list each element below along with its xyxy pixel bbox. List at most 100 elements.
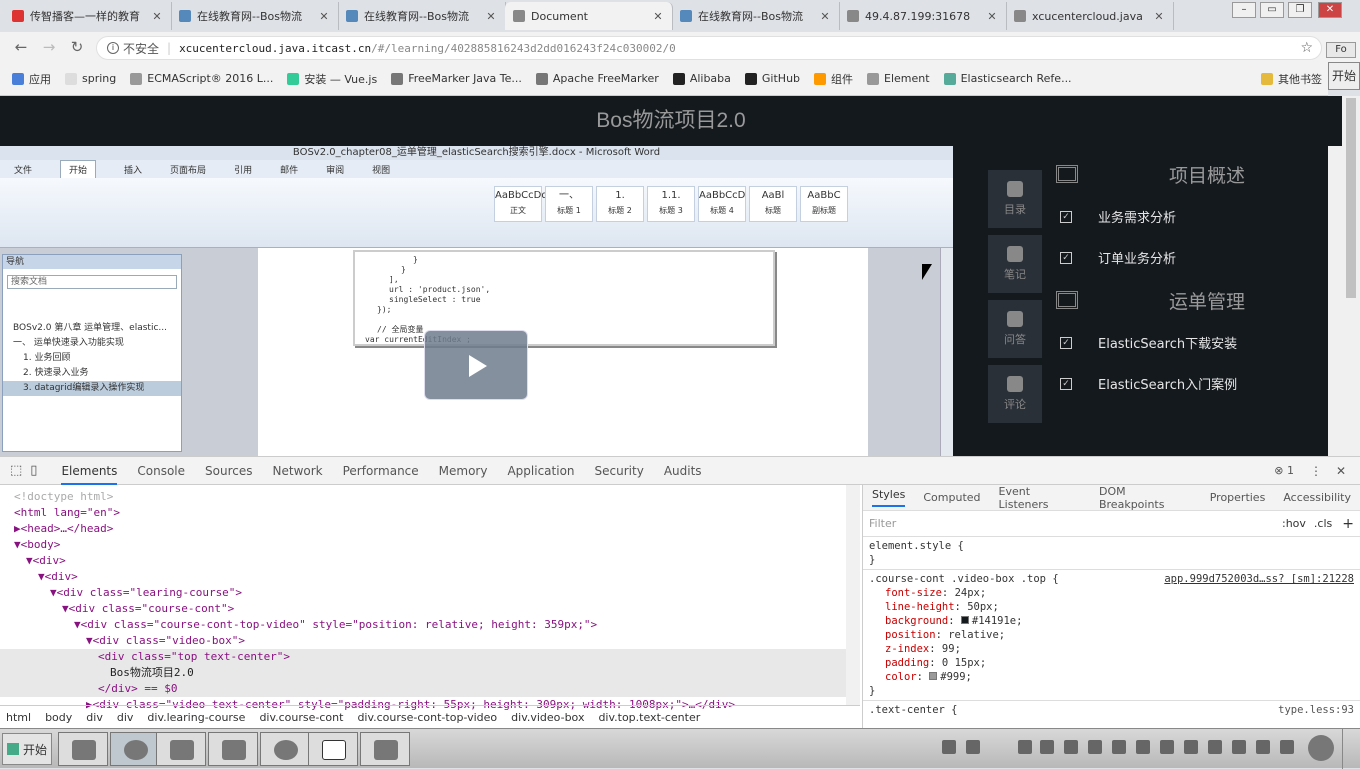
volume-icon[interactable] — [1256, 740, 1270, 754]
lesson-item[interactable]: ✓ ElasticSearch入门案例 — [1056, 363, 1326, 404]
play-button[interactable] — [424, 330, 528, 400]
profile-button[interactable]: Fo — [1326, 42, 1356, 58]
menu-icon[interactable]: ⋮ — [1310, 464, 1322, 478]
start-button[interactable]: 开始 — [2, 733, 52, 765]
breadcrumb-item[interactable]: div.top.text-center — [598, 711, 700, 724]
close-window-button[interactable]: ✕ — [1318, 2, 1342, 18]
minimize-button[interactable]: – — [1232, 2, 1256, 18]
dom-node-line[interactable]: ▶<head>…</head> — [0, 521, 860, 537]
browser-tab[interactable]: 在线教育网--Bos物流 ✕ — [338, 2, 506, 30]
bookmark-item[interactable]: spring — [65, 72, 116, 85]
side-tab-document[interactable]: 评论 — [988, 365, 1042, 423]
breadcrumb-item[interactable]: div.video-box — [511, 711, 584, 724]
outline-scrollbar[interactable] — [1328, 146, 1342, 456]
bookmark-item[interactable]: 安装 — Vue.js — [287, 71, 377, 87]
dom-node-line[interactable]: <div class="top text-center"> — [0, 649, 860, 665]
lesson-item[interactable]: ✓ 订单业务分析 — [1056, 237, 1326, 278]
bookmark-item[interactable]: GitHub — [744, 72, 800, 85]
elements-scrollbar[interactable] — [846, 485, 860, 705]
maximize-button[interactable]: ❐ — [1288, 2, 1312, 18]
bookmark-item[interactable]: ECMAScript® 2016 L... — [130, 72, 273, 85]
color-swatch-icon[interactable] — [960, 616, 969, 624]
taskbar-app-swirl[interactable] — [260, 732, 310, 766]
breadcrumb-item[interactable]: div.course-cont — [259, 711, 343, 724]
dom-node-line[interactable]: ▼<div class="video-box"> — [0, 633, 860, 649]
start-side-button[interactable]: 开始 — [1328, 62, 1360, 90]
css-declaration[interactable]: z-index: 99; — [869, 642, 1354, 656]
forward-icon[interactable]: → — [40, 38, 58, 56]
device-toolbar-icon[interactable]: ▯ — [30, 463, 37, 478]
tab-close-icon[interactable]: ✕ — [652, 10, 664, 23]
css-declaration[interactable]: font-size: 24px; — [869, 586, 1354, 600]
tray-icon-1[interactable] — [1018, 740, 1032, 754]
styles-tab[interactable]: Event Listeners — [999, 485, 1081, 511]
reload-icon[interactable]: ↻ — [68, 38, 86, 56]
tab-close-icon[interactable]: ✕ — [819, 10, 831, 23]
close-icon[interactable]: ✕ — [1336, 464, 1346, 478]
tray-icon-8[interactable] — [1208, 740, 1222, 754]
tray-icon-4[interactable] — [1088, 740, 1102, 754]
css-declaration[interactable]: position: relative; — [869, 628, 1354, 642]
tab-close-icon[interactable]: ✕ — [1153, 10, 1165, 23]
devtools-tab-memory[interactable]: Memory — [439, 457, 488, 485]
side-tab-list[interactable]: 目录 — [988, 170, 1042, 228]
styles-filter[interactable]: Filter :hov .cls + — [863, 511, 1360, 537]
rule-source-link[interactable]: app.999d752003d…ss? [sm]:21228 — [1164, 572, 1354, 586]
keyboard-icon[interactable] — [966, 740, 980, 754]
error-count-icon[interactable]: ⊗ 1 — [1274, 464, 1294, 477]
breadcrumb-item[interactable]: div.course-cont-top-video — [357, 711, 497, 724]
devtools-tab-security[interactable]: Security — [595, 457, 644, 485]
styles-tab[interactable]: DOM Breakpoints — [1099, 485, 1192, 511]
dom-node-line[interactable]: <html lang="en"> — [0, 505, 860, 521]
tab-close-icon[interactable]: ✕ — [485, 10, 497, 23]
show-desktop-button[interactable] — [1342, 729, 1360, 769]
star-icon[interactable]: ☆ — [1300, 40, 1313, 56]
chapter-header[interactable]: 项目概述 — [1056, 152, 1326, 196]
dom-node-line[interactable]: ▼<div class="course-cont-top-video" styl… — [0, 617, 860, 633]
devtools-tab-audits[interactable]: Audits — [664, 457, 702, 485]
browser-tab[interactable]: 在线教育网--Bos物流 ✕ — [171, 2, 339, 30]
lesson-item[interactable]: ✓ 业务需求分析 — [1056, 196, 1326, 237]
side-tab-person[interactable]: 笔记 — [988, 235, 1042, 293]
dom-node-line[interactable]: ▼<div class="course-cont"> — [0, 601, 860, 617]
color-swatch-icon[interactable] — [929, 672, 938, 680]
tray-icon-9[interactable] — [1232, 740, 1246, 754]
chapter-header[interactable]: 运单管理 — [1056, 278, 1326, 322]
browser-tab[interactable]: 49.4.87.199:31678 ✕ — [839, 2, 1007, 30]
css-declaration[interactable]: line-height: 50px; — [869, 600, 1354, 614]
tray-icon-7[interactable] — [1160, 740, 1174, 754]
devtools-tab-application[interactable]: Application — [507, 457, 574, 485]
breadcrumb-item[interactable]: div.learing-course — [147, 711, 245, 724]
breadcrumb-item[interactable]: div — [117, 711, 134, 724]
tray-icon-6[interactable] — [1136, 740, 1150, 754]
bookmark-item[interactable]: 组件 — [814, 71, 853, 87]
bookmark-item[interactable]: Element — [867, 72, 930, 85]
restore-button[interactable]: ▭ — [1260, 2, 1284, 18]
info-icon[interactable]: i — [107, 42, 119, 54]
styles-tab[interactable]: Accessibility — [1283, 491, 1351, 504]
tab-close-icon[interactable]: ✕ — [986, 10, 998, 23]
dom-node-line[interactable]: </div> == $0 — [0, 681, 860, 697]
dom-node-line[interactable]: ▼<div class="learing-course"> — [0, 585, 860, 601]
bookmark-item[interactable]: 应用 — [12, 71, 51, 87]
back-icon[interactable]: ← — [12, 38, 30, 56]
bluetooth-icon[interactable] — [1184, 740, 1198, 754]
filter-input[interactable]: Filter — [869, 517, 896, 530]
browser-tab[interactable]: xcucentercloud.java ✕ — [1006, 2, 1174, 30]
tab-close-icon[interactable]: ✕ — [151, 10, 163, 23]
dom-node-line[interactable]: Bos物流项目2.0 — [0, 665, 860, 681]
cls-toggle[interactable]: .cls — [1314, 517, 1332, 530]
rule-source-link[interactable]: type.less:93 — [1278, 703, 1354, 717]
dom-node-line[interactable]: <!doctype html> — [0, 489, 860, 505]
devtools-tab-console[interactable]: Console — [137, 457, 185, 485]
taskbar-app-explorer[interactable] — [58, 732, 108, 766]
taskbar-app-text[interactable] — [308, 732, 358, 766]
dom-node-line[interactable]: ▼<div> — [0, 569, 860, 585]
ime-icon[interactable] — [942, 740, 956, 754]
css-declaration[interactable]: padding: 0 15px; — [869, 656, 1354, 670]
browser-tab[interactable]: 传智播客—一样的教育 ✕ — [4, 2, 172, 30]
tab-close-icon[interactable]: ✕ — [318, 10, 330, 23]
dom-node-line[interactable]: ▼<div> — [0, 553, 860, 569]
lesson-item[interactable]: ✓ ElasticSearch下载安装 — [1056, 322, 1326, 363]
bookmark-item[interactable]: FreeMarker Java Te... — [391, 72, 522, 85]
